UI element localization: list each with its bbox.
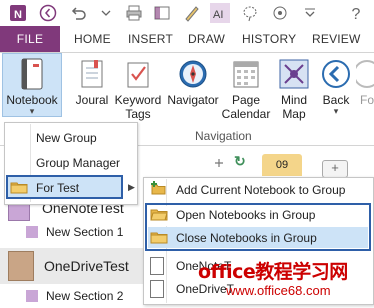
quick-access-toolbar: N AI ? xyxy=(0,0,374,26)
watermark-url: www.office68.com xyxy=(226,283,331,298)
menu-item-group-manager[interactable]: Group Manager xyxy=(36,156,120,170)
page-tab[interactable]: 09 xyxy=(262,154,302,176)
svg-text:AI: AI xyxy=(213,9,223,21)
notebook-name: OneDriveTest xyxy=(44,258,129,274)
tab-draw[interactable]: DRAW xyxy=(188,26,225,52)
print-icon[interactable] xyxy=(124,3,144,23)
journal-icon xyxy=(76,57,108,91)
map-label-line2: Map xyxy=(282,107,306,121)
submenu-item-open-notebooks-label: Open Notebooks in Group xyxy=(176,208,316,222)
mind-label-line1: Mind xyxy=(280,93,307,107)
brown-notebook-icon xyxy=(8,251,34,281)
ink-icon[interactable] xyxy=(182,3,202,23)
back-arrow-icon xyxy=(320,57,352,91)
calendar-label-line2: Calendar xyxy=(221,107,271,121)
menu-item-for-test-label: For Test xyxy=(36,181,80,195)
submenu-item-add-current-notebook[interactable]: Add Current Notebook to Group xyxy=(176,183,345,197)
section-color-icon xyxy=(26,226,38,238)
calendar-icon xyxy=(230,57,262,91)
submenu-item-close-notebooks-label: Close Notebooks in Group xyxy=(176,231,317,245)
more-dropdown-icon[interactable] xyxy=(300,3,320,23)
back-circle-icon[interactable] xyxy=(38,3,58,23)
back-dropdown-arrow-icon: ▾ xyxy=(333,106,339,116)
tab-history[interactable]: HISTORY xyxy=(242,26,296,52)
pin-icon[interactable] xyxy=(214,157,224,167)
dock-icon[interactable] xyxy=(152,3,172,23)
tab-file[interactable]: FILE xyxy=(0,26,60,52)
back-label: Back xyxy=(322,93,350,107)
tab-home[interactable]: HOME xyxy=(74,26,111,52)
lasso-icon[interactable] xyxy=(240,3,260,23)
journal-label: Joural xyxy=(75,93,109,107)
navigation-group-label: Navigation xyxy=(195,129,252,143)
notebook-dropdown-arrow-icon: ▾ xyxy=(29,106,35,116)
notebook-item-onedrivetest[interactable]: OneDriveTest xyxy=(0,248,143,284)
mind-map-button[interactable]: Mind Map xyxy=(274,55,314,129)
keyword-label-line1: Keyword xyxy=(114,93,162,107)
svg-text:N: N xyxy=(14,9,22,21)
section-name: New Section 1 xyxy=(46,225,124,239)
keyword-tags-label: Keyword Tags xyxy=(115,93,162,121)
tab-review[interactable]: REVIEW xyxy=(312,26,361,52)
notebook-page-icon xyxy=(150,280,164,298)
navigator-button[interactable]: Navigator xyxy=(164,55,222,129)
notebook-page-icon xyxy=(150,257,164,275)
watermark-title: office教程学习网 xyxy=(198,261,348,283)
page-label-line1: Page xyxy=(231,93,261,107)
page-calendar-button[interactable]: Page Calendar xyxy=(222,55,270,129)
section-item-new-section-2[interactable]: New Section 2 xyxy=(0,284,143,308)
page-calendar-label: Page Calendar xyxy=(222,93,271,121)
keyword-tags-button[interactable]: Keyword Tags xyxy=(114,55,162,129)
folder-icon xyxy=(10,180,28,194)
add-group-icon xyxy=(150,180,168,196)
back-button[interactable]: Back ▾ xyxy=(318,55,354,129)
folder-open-icon xyxy=(150,207,168,221)
notebook-icon xyxy=(16,57,48,91)
keyword-label-line2: Tags xyxy=(125,107,151,121)
notebook-button[interactable]: Notebook ▾ xyxy=(2,55,62,129)
forward-arrow-icon xyxy=(356,57,374,91)
mind-map-icon xyxy=(278,57,310,91)
forward-label: Fo xyxy=(359,93,374,107)
tab-insert[interactable]: INSERT xyxy=(128,26,173,52)
help-icon[interactable]: ? xyxy=(346,5,366,25)
touch-mode-icon[interactable] xyxy=(270,3,290,23)
onenote-icon[interactable]: N xyxy=(8,3,28,23)
undo-icon[interactable] xyxy=(68,3,88,23)
forward-button[interactable]: Fo xyxy=(356,55,374,129)
section-item-new-section-1[interactable]: New Section 1 xyxy=(0,220,143,244)
text-select-icon[interactable]: AI xyxy=(210,3,230,23)
navigator-label: Navigator xyxy=(167,93,219,107)
submenu-arrow-icon: ▶ xyxy=(128,182,135,192)
journal-button[interactable]: Joural xyxy=(70,55,114,129)
mind-map-label: Mind Map xyxy=(281,93,307,121)
sync-icon[interactable]: ↻ xyxy=(234,153,246,169)
add-section-button[interactable]: + xyxy=(322,160,348,178)
compass-icon xyxy=(177,57,209,91)
folder-close-icon xyxy=(150,230,168,244)
customize-dropdown-icon[interactable] xyxy=(96,3,116,23)
keyword-tags-icon xyxy=(122,57,154,91)
notebook-label: Notebook xyxy=(6,93,58,107)
section-color-icon xyxy=(26,290,38,302)
menu-item-new-group[interactable]: New Group xyxy=(36,131,97,145)
section-name: New Section 2 xyxy=(46,289,124,303)
